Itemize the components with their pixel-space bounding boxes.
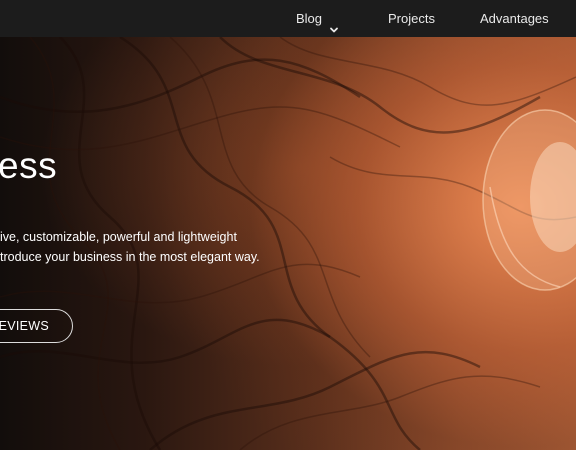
lightbulb-graphic [482,109,576,291]
chevron-down-icon [328,13,340,32]
hero-description-line: troduce your business in the most elegan… [0,250,260,264]
nav-item-blog-label: Blog [296,11,323,26]
top-navigation-bar: Blog Projects Advantages [0,0,576,37]
hero-section: ess ive, customizable, powerful and ligh… [0,37,576,450]
hero-description-line: ive, customizable, powerful and lightwei… [0,230,237,244]
nav-item-advantages[interactable]: Advantages [480,0,549,37]
reviews-button[interactable]: REVIEWS [0,309,73,343]
nav-item-blog[interactable]: Blog [296,0,340,37]
hero-title: ess [0,145,58,186]
hero-description: ive, customizable, powerful and lightwei… [0,227,260,267]
page: Blog Projects Advantages ess ive, custom… [0,0,576,450]
nav-item-projects[interactable]: Projects [388,0,435,37]
